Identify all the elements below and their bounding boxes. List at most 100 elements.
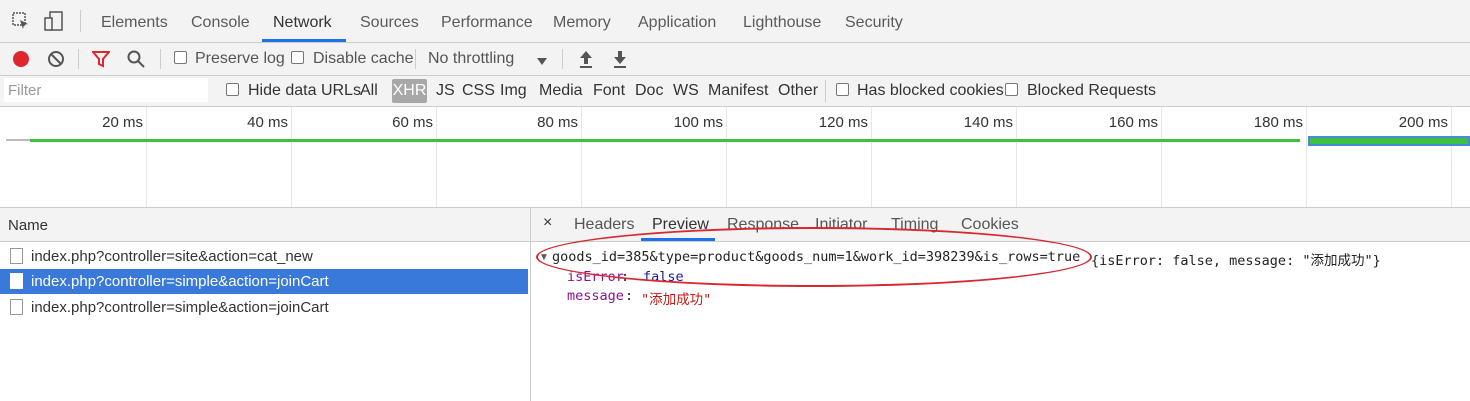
type-filter-ws[interactable]: WS — [673, 82, 699, 100]
devtools-tab-bar: Elements Console Network Sources Perform… — [0, 0, 1470, 43]
property-colon: : — [625, 288, 634, 304]
file-icon — [10, 273, 23, 289]
tab-response[interactable]: Response — [727, 216, 799, 234]
request-details: × Headers Preview Response Initiator Tim… — [531, 208, 1470, 401]
property-value: "添加成功" — [641, 292, 712, 308]
type-filter-other[interactable]: Other — [778, 82, 818, 100]
timeline-tick: 100 ms — [673, 114, 723, 131]
type-filter-all[interactable]: All — [360, 82, 378, 100]
expand-triangle-icon[interactable]: ▼ — [539, 252, 549, 263]
tab-security[interactable]: Security — [845, 14, 903, 32]
blocked-requests-checkbox[interactable] — [1005, 83, 1018, 96]
timeline-tick: 120 ms — [818, 114, 868, 131]
filter-bar: Hide data URLs All XHR JS CSS Img Media … — [0, 76, 1470, 107]
request-row-selected[interactable]: index.php?controller=simple&action=joinC… — [0, 269, 528, 294]
tab-sources[interactable]: Sources — [360, 14, 419, 32]
timeline-tick: 60 ms — [392, 114, 433, 131]
type-filter-css[interactable]: CSS — [462, 82, 495, 100]
details-tab-bar: × Headers Preview Response Initiator Tim… — [531, 208, 1470, 242]
name-column-label: Name — [8, 217, 49, 234]
disable-cache-label: Disable cache — [313, 50, 414, 67]
gridline — [726, 107, 727, 207]
type-filter-media[interactable]: Media — [539, 82, 583, 100]
file-icon — [10, 248, 23, 264]
record-icon[interactable] — [12, 50, 30, 68]
request-row[interactable]: index.php?controller=site&action=cat_new — [0, 244, 528, 269]
divider — [825, 80, 826, 102]
dropdown-arrow-icon[interactable] — [536, 54, 548, 65]
tab-headers[interactable]: Headers — [574, 216, 634, 234]
request-row[interactable]: index.php?controller=simple&action=joinC… — [0, 295, 528, 320]
timeline-tick: 140 ms — [963, 114, 1013, 131]
blocked-requests-label: Blocked Requests — [1027, 82, 1156, 99]
device-toolbar-icon[interactable] — [44, 11, 66, 31]
property-key: message — [567, 288, 624, 304]
clear-icon[interactable] — [47, 50, 65, 68]
divider — [415, 49, 416, 69]
timeline-tick: 20 ms — [102, 114, 143, 131]
inspect-element-icon[interactable] — [12, 12, 30, 30]
export-har-icon[interactable] — [612, 49, 628, 69]
active-tab-indicator — [262, 39, 346, 42]
search-icon[interactable] — [127, 50, 145, 68]
preserve-log-label: Preserve log — [195, 50, 285, 67]
file-icon — [10, 299, 23, 315]
request-list: Name index.php?controller=site&action=ca… — [0, 208, 531, 401]
name-column-header[interactable]: Name — [0, 208, 530, 242]
type-filter-manifest[interactable]: Manifest — [708, 82, 768, 100]
filter-icon[interactable] — [90, 50, 112, 68]
property-colon: : — [621, 269, 630, 285]
timeline-tick: 200 ms — [1398, 114, 1448, 131]
request-name: index.php?controller=simple&action=joinC… — [31, 273, 329, 290]
hide-data-urls-label: Hide data URLs — [248, 82, 361, 99]
property-value: false — [643, 269, 684, 285]
tab-cookies[interactable]: Cookies — [961, 216, 1019, 234]
gridline — [1016, 107, 1017, 207]
preview-summary-value: {isError: false, message: "添加成功"} — [1091, 253, 1381, 269]
timeline-request-bar — [30, 139, 1300, 142]
gridline — [1451, 107, 1452, 207]
timeline-tick: 80 ms — [537, 114, 578, 131]
request-name: index.php?controller=simple&action=joinC… — [31, 299, 329, 316]
import-har-icon[interactable] — [578, 49, 594, 69]
tab-lighthouse[interactable]: Lighthouse — [743, 14, 821, 32]
tab-network[interactable]: Network — [273, 14, 332, 32]
type-filter-xhr[interactable]: XHR — [392, 79, 427, 103]
hide-data-urls-checkbox[interactable] — [226, 83, 239, 96]
has-blocked-cookies-label: Has blocked cookies — [857, 82, 1004, 99]
tab-preview[interactable]: Preview — [652, 216, 709, 234]
timeline-tick: 40 ms — [247, 114, 288, 131]
disable-cache-checkbox[interactable] — [291, 51, 304, 64]
type-filter-js[interactable]: JS — [436, 82, 455, 100]
tab-application[interactable]: Application — [638, 14, 716, 32]
request-name: index.php?controller=site&action=cat_new — [31, 248, 313, 265]
tab-initiator[interactable]: Initiator — [815, 216, 867, 234]
gridline — [291, 107, 292, 207]
timeline-waiting-bar — [6, 139, 30, 141]
gridline — [1161, 107, 1162, 207]
timeline-selected-request-bar — [1308, 136, 1470, 146]
gridline — [871, 107, 872, 207]
divider — [160, 49, 161, 69]
type-filter-img[interactable]: Img — [500, 82, 527, 100]
property-key: isError — [567, 269, 624, 285]
type-filter-font[interactable]: Font — [593, 82, 625, 100]
tab-elements[interactable]: Elements — [101, 14, 168, 32]
gridline — [581, 107, 582, 207]
timeline-tick: 180 ms — [1253, 114, 1303, 131]
tab-timing[interactable]: Timing — [891, 216, 938, 234]
preserve-log-checkbox[interactable] — [174, 51, 187, 64]
tab-memory[interactable]: Memory — [553, 14, 611, 32]
filter-input[interactable] — [4, 78, 208, 102]
type-filter-doc[interactable]: Doc — [635, 82, 663, 100]
divider — [80, 10, 81, 32]
gridline — [1306, 107, 1307, 207]
gridline — [146, 107, 147, 207]
has-blocked-cookies-checkbox[interactable] — [836, 83, 849, 96]
timeline-overview[interactable]: 20 ms 40 ms 60 ms 80 ms 100 ms 120 ms 14… — [0, 107, 1470, 208]
close-details-icon[interactable]: × — [543, 214, 552, 232]
tab-performance[interactable]: Performance — [441, 14, 533, 32]
tab-console[interactable]: Console — [191, 14, 250, 32]
network-toolbar: Preserve log Disable cache No throttling — [0, 43, 1470, 76]
throttling-select[interactable]: No throttling — [428, 50, 514, 68]
